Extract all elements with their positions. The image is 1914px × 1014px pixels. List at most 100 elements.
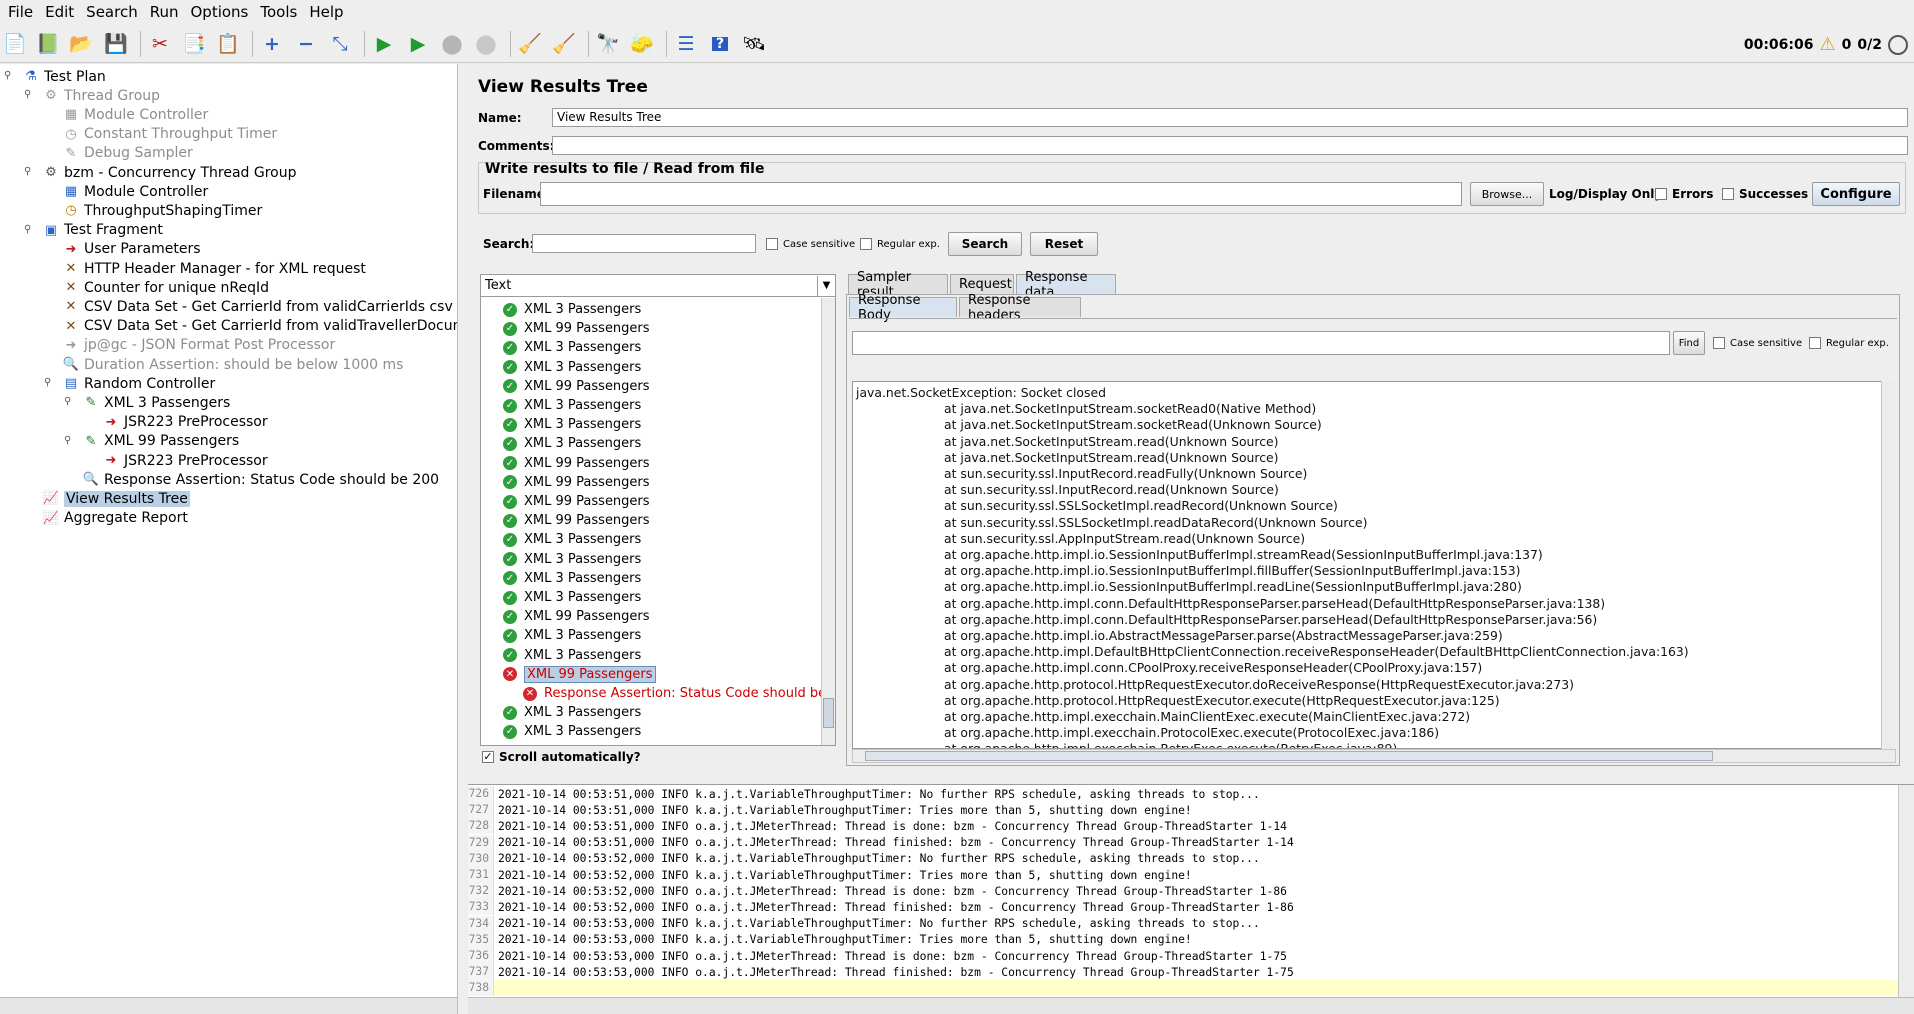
search-icon[interactable]: 🔭 bbox=[593, 29, 623, 59]
tree-node[interactable]: ✕ CSV Data Set - Get CarrierId from valid… bbox=[62, 297, 457, 316]
scroll-automatically-checkbox[interactable]: ✓ Scroll automatically? bbox=[482, 750, 641, 764]
search-input[interactable] bbox=[532, 234, 756, 253]
save-icon[interactable]: 💾 bbox=[101, 29, 131, 59]
tree-node[interactable]: ✕ HTTP Header Manager - for XML request bbox=[62, 259, 366, 278]
tree-node[interactable]: 🔍 Response Assertion: Status Code should … bbox=[82, 470, 439, 489]
tree-node[interactable]: ◷ ThroughputShapingTimer bbox=[62, 201, 262, 220]
result-item[interactable]: ✓ XML 99 Passengers bbox=[503, 511, 650, 530]
stop-icon[interactable]: ⬤ bbox=[437, 29, 467, 59]
tree-node[interactable]: ▣ Test Fragment bbox=[42, 221, 163, 240]
result-item[interactable]: ✓ XML 3 Passengers bbox=[503, 434, 641, 453]
function-helper-icon[interactable]: ☰ bbox=[671, 29, 701, 59]
log-horizontal-scrollbar[interactable] bbox=[468, 997, 1914, 1014]
result-item[interactable]: ✓ XML 3 Passengers bbox=[503, 626, 641, 645]
tree-horizontal-scrollbar[interactable] bbox=[0, 997, 457, 1014]
clear-all-icon[interactable]: 🧹 bbox=[549, 29, 579, 59]
name-field[interactable]: View Results Tree bbox=[552, 108, 1908, 127]
renderer-select[interactable]: Text ▼ bbox=[481, 275, 835, 297]
case-sensitive-checkbox[interactable]: Case sensitive bbox=[766, 238, 855, 250]
tree-expander-icon[interactable]: ⚲ bbox=[24, 224, 31, 235]
result-item[interactable]: ✓ XML 99 Passengers bbox=[503, 607, 650, 626]
tab-response-body[interactable]: Response Body bbox=[849, 293, 957, 323]
tree-expander-icon[interactable]: ⚲ bbox=[4, 70, 11, 81]
paste-icon[interactable]: 📋 bbox=[213, 29, 243, 59]
warning-icon[interactable]: ⚠ bbox=[1820, 34, 1836, 55]
response-horizontal-scrollbar[interactable] bbox=[852, 749, 1896, 763]
cut-icon[interactable]: ✂ bbox=[145, 29, 175, 59]
menu-search[interactable]: Search bbox=[80, 3, 144, 21]
copy-icon[interactable]: 📑 bbox=[179, 29, 209, 59]
shutdown-icon[interactable]: ⬤ bbox=[471, 29, 501, 59]
response-body-text[interactable]: java.net.SocketException: Socket closed a… bbox=[852, 381, 1896, 749]
regular-exp-checkbox[interactable]: Regular exp. bbox=[860, 238, 940, 250]
result-item[interactable]: ✓ XML 3 Passengers bbox=[503, 530, 641, 549]
start-no-pauses-icon[interactable]: ▶ bbox=[403, 29, 433, 59]
tree-node[interactable]: ✕ CSV Data Set - Get CarrierId from valid… bbox=[62, 317, 457, 336]
tab-response-data[interactable]: Response data bbox=[1016, 270, 1116, 300]
tree-expander-icon[interactable]: ⚲ bbox=[64, 435, 71, 446]
collapse-icon[interactable]: − bbox=[291, 29, 321, 59]
menu-edit[interactable]: Edit bbox=[39, 3, 80, 21]
find-input[interactable] bbox=[852, 331, 1670, 355]
result-item[interactable]: ✓ XML 3 Passengers bbox=[503, 569, 641, 588]
tree-expander-icon[interactable]: ⚲ bbox=[24, 89, 31, 100]
tree-node[interactable]: ▦ Module Controller bbox=[62, 182, 208, 201]
errors-checkbox[interactable]: Errors bbox=[1655, 187, 1713, 201]
tree-node[interactable]: ◷ Constant Throughput Timer bbox=[62, 125, 277, 144]
tab-response-headers[interactable]: Response headers bbox=[959, 293, 1081, 323]
menu-file[interactable]: File bbox=[2, 3, 39, 21]
tree-node[interactable]: ⚙ bzm - Concurrency Thread Group bbox=[42, 163, 296, 182]
clear-icon[interactable]: 🧹 bbox=[515, 29, 545, 59]
tree-node[interactable]: ⚙ Thread Group bbox=[42, 86, 160, 105]
successes-checkbox[interactable]: Successes bbox=[1722, 187, 1808, 201]
configure-button[interactable]: Configure bbox=[1812, 182, 1900, 206]
result-item[interactable]: ✓ XML 3 Passengers bbox=[503, 300, 641, 319]
comments-field[interactable] bbox=[552, 136, 1908, 155]
templates-icon[interactable]: 📗 bbox=[33, 29, 63, 59]
tree-node[interactable]: ✎ XML 99 Passengers bbox=[82, 432, 240, 451]
remote-icon[interactable]: 🛰 bbox=[739, 29, 769, 59]
tree-node[interactable]: ➜ User Parameters bbox=[62, 240, 201, 259]
menu-tools[interactable]: Tools bbox=[254, 3, 303, 21]
tree-node[interactable]: ➜ jp@gc - JSON Format Post Processor bbox=[62, 336, 336, 355]
tree-node[interactable]: 📈 View Results Tree bbox=[42, 489, 190, 508]
result-item[interactable]: ✓ XML 3 Passengers bbox=[503, 646, 641, 665]
browse-button[interactable]: Browse... bbox=[1470, 182, 1544, 206]
tree-expander-icon[interactable]: ⚲ bbox=[44, 377, 51, 388]
tree-expander-icon[interactable]: ⚲ bbox=[64, 396, 71, 407]
tree-node[interactable]: 📈 Aggregate Report bbox=[42, 509, 188, 528]
help-icon[interactable]: ? bbox=[705, 29, 735, 59]
find-case-sensitive-checkbox[interactable]: Case sensitive bbox=[1713, 337, 1802, 349]
tree-node[interactable]: ▦ Module Controller bbox=[62, 105, 208, 124]
result-item[interactable]: ✕ XML 99 Passengers bbox=[503, 665, 656, 684]
result-item[interactable]: ✓ XML 3 Passengers bbox=[503, 722, 641, 741]
result-item[interactable]: ✓ XML 99 Passengers bbox=[503, 319, 650, 338]
reset-button[interactable]: Reset bbox=[1030, 232, 1098, 256]
tab-sampler-result[interactable]: Sampler result bbox=[848, 270, 948, 300]
log-vertical-scrollbar[interactable] bbox=[1898, 785, 1914, 998]
start-icon[interactable]: ▶ bbox=[369, 29, 399, 59]
expand-icon[interactable]: + bbox=[257, 29, 287, 59]
find-regular-exp-checkbox[interactable]: Regular exp. bbox=[1809, 337, 1889, 349]
menu-options[interactable]: Options bbox=[184, 3, 254, 21]
tree-node[interactable]: ➜ JSR223 PreProcessor bbox=[102, 451, 268, 470]
result-item[interactable]: ✓ XML 3 Passengers bbox=[503, 550, 641, 569]
tree-node[interactable]: ➜ JSR223 PreProcessor bbox=[102, 413, 268, 432]
result-item[interactable]: ✓ XML 3 Passengers bbox=[503, 396, 641, 415]
tree-node[interactable]: ✎ XML 3 Passengers bbox=[82, 393, 231, 412]
chevron-down-icon[interactable]: ▼ bbox=[817, 275, 835, 296]
find-button[interactable]: Find bbox=[1673, 331, 1705, 355]
tree-node[interactable]: ⚗ Test Plan bbox=[22, 67, 106, 86]
result-item[interactable]: ✓ XML 99 Passengers bbox=[503, 473, 650, 492]
result-item[interactable]: ✓ XML 3 Passengers bbox=[503, 588, 641, 607]
result-item[interactable]: ✓ XML 3 Passengers bbox=[503, 703, 641, 722]
result-item[interactable]: ✓ XML 99 Passengers bbox=[503, 377, 650, 396]
tree-node[interactable]: ✎ Debug Sampler bbox=[62, 144, 193, 163]
tree-node[interactable]: 🔍 Duration Assertion: should be below 100… bbox=[62, 355, 404, 374]
filename-field[interactable] bbox=[540, 182, 1462, 206]
toggle-icon[interactable]: ⤡ bbox=[325, 29, 355, 59]
result-item[interactable]: ✓ XML 3 Passengers bbox=[503, 338, 641, 357]
result-item[interactable]: ✓ XML 3 Passengers bbox=[503, 358, 641, 377]
tab-request[interactable]: Request bbox=[950, 274, 1014, 294]
reset-search-icon[interactable]: 🧽 bbox=[627, 29, 657, 59]
